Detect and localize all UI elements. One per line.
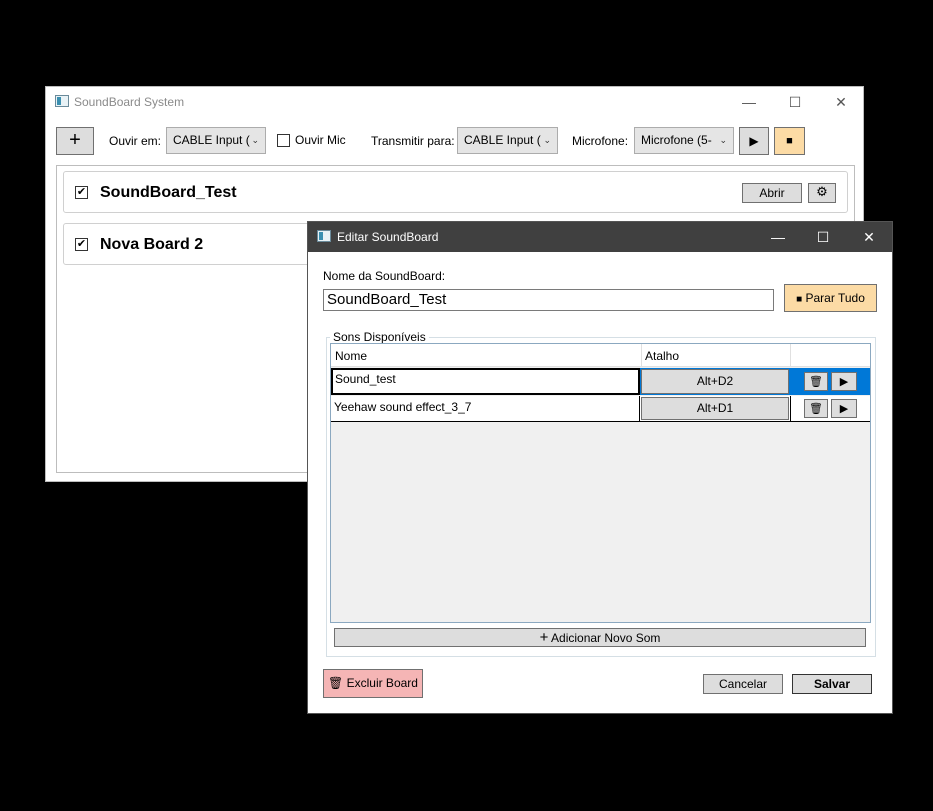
stop-all-button[interactable]: ■ Parar Tudo bbox=[784, 284, 877, 312]
delete-sound-button[interactable]: 🗑 bbox=[804, 372, 828, 391]
microfone-label: Microfone: bbox=[572, 134, 629, 148]
add-board-button[interactable]: + bbox=[56, 127, 94, 155]
app-icon bbox=[317, 230, 331, 242]
play-icon: ▶ bbox=[749, 134, 759, 148]
close-icon[interactable]: ✕ bbox=[846, 222, 892, 252]
stop-icon: ■ bbox=[796, 294, 803, 305]
board-name: SoundBoard_Test bbox=[100, 184, 237, 201]
minimize-icon[interactable]: — bbox=[755, 222, 801, 252]
stop-all-label: Parar Tudo bbox=[805, 291, 865, 305]
add-sound-label: Adicionar Novo Som bbox=[551, 631, 661, 645]
microfone-select[interactable]: Microfone (5- ⌄ bbox=[634, 127, 734, 154]
chevron-down-icon: ⌄ bbox=[543, 135, 551, 145]
chevron-down-icon: ⌄ bbox=[251, 135, 259, 145]
grid-header: Nome Atalho bbox=[331, 344, 870, 367]
edit-soundboard-dialog: Editar SoundBoard — ☐ ✕ Nome da SoundBoa… bbox=[307, 221, 893, 714]
ouvir-em-select[interactable]: CABLE Input ( ⌄ bbox=[166, 127, 266, 154]
plus-icon: + bbox=[539, 629, 549, 646]
column-divider bbox=[641, 344, 642, 366]
maximize-icon[interactable]: ☐ bbox=[772, 87, 818, 117]
table-row[interactable]: Sound_test Alt+D2 🗑 ▶ bbox=[331, 368, 870, 395]
microfone-value: Microfone (5- bbox=[641, 133, 712, 147]
add-sound-button[interactable]: + Adicionar Novo Som bbox=[334, 628, 866, 647]
trash-icon: 🗑 bbox=[328, 676, 344, 690]
dialog-titlebar[interactable]: Editar SoundBoard — ☐ ✕ bbox=[308, 222, 892, 252]
main-titlebar[interactable]: SoundBoard System — ☐ ✕ bbox=[46, 87, 863, 117]
delete-board-label: Excluir Board bbox=[346, 676, 418, 690]
stop-icon: ■ bbox=[786, 135, 793, 147]
ouvir-mic-checkbox[interactable] bbox=[277, 134, 290, 147]
board-name: Nova Board 2 bbox=[100, 236, 204, 253]
minimize-icon[interactable]: — bbox=[726, 87, 772, 117]
trash-icon: 🗑 bbox=[809, 403, 823, 415]
cancel-button[interactable]: Cancelar bbox=[703, 674, 783, 694]
sound-name-input[interactable]: Yeehaw sound effect_3_7 bbox=[331, 396, 640, 422]
transmitir-value: CABLE Input ( bbox=[464, 133, 541, 147]
play-icon: ▶ bbox=[839, 376, 849, 388]
name-input[interactable]: SoundBoard_Test bbox=[323, 289, 774, 311]
trash-icon: 🗑 bbox=[809, 376, 823, 388]
dialog-title: Editar SoundBoard bbox=[337, 230, 439, 244]
maximize-icon[interactable]: ☐ bbox=[800, 222, 846, 252]
sound-name-input[interactable]: Sound_test bbox=[331, 368, 640, 395]
column-divider bbox=[790, 396, 791, 422]
column-divider bbox=[790, 344, 791, 366]
gear-icon[interactable]: ⚙ bbox=[808, 183, 836, 203]
table-row[interactable]: Yeehaw sound effect_3_7 Alt+D1 🗑 ▶ bbox=[331, 396, 870, 422]
column-name-header[interactable]: Nome bbox=[335, 349, 367, 363]
stop-button[interactable]: ■ bbox=[774, 127, 805, 155]
name-label: Nome da SoundBoard: bbox=[323, 269, 446, 283]
delete-board-button[interactable]: 🗑 Excluir Board bbox=[323, 669, 423, 698]
shortcut-button[interactable]: Alt+D1 bbox=[641, 397, 789, 420]
transmitir-select[interactable]: CABLE Input ( ⌄ bbox=[457, 127, 558, 154]
play-icon: ▶ bbox=[839, 403, 849, 415]
play-button[interactable]: ▶ bbox=[739, 127, 769, 155]
board-checkbox[interactable]: ✔ bbox=[75, 238, 88, 251]
board-checkbox[interactable]: ✔ bbox=[75, 186, 88, 199]
board-item[interactable]: ✔ SoundBoard_Test Abrir ⚙ bbox=[63, 171, 848, 213]
column-shortcut-header[interactable]: Atalho bbox=[645, 349, 679, 363]
delete-sound-button[interactable]: 🗑 bbox=[804, 399, 828, 418]
shortcut-button[interactable]: Alt+D2 bbox=[641, 369, 789, 394]
ouvir-em-label: Ouvir em: bbox=[109, 134, 162, 148]
play-sound-button[interactable]: ▶ bbox=[831, 399, 857, 418]
chevron-down-icon: ⌄ bbox=[719, 135, 727, 145]
window-title: SoundBoard System bbox=[74, 95, 185, 109]
sounds-group-label: Sons Disponíveis bbox=[330, 330, 429, 344]
ouvir-em-value: CABLE Input ( bbox=[173, 133, 250, 147]
transmitir-label: Transmitir para: bbox=[371, 134, 455, 148]
play-sound-button[interactable]: ▶ bbox=[831, 372, 857, 391]
save-button[interactable]: Salvar bbox=[792, 674, 872, 694]
ouvir-mic-label: Ouvir Mic bbox=[295, 133, 346, 147]
close-icon[interactable]: ✕ bbox=[818, 87, 864, 117]
app-icon bbox=[55, 95, 69, 107]
open-board-button[interactable]: Abrir bbox=[742, 183, 802, 203]
